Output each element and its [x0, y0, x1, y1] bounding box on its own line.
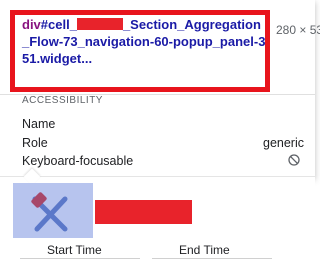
a11y-name-label: Name [22, 117, 56, 131]
column-header-end-time[interactable]: End Time [179, 243, 230, 257]
redacted-item-name [95, 200, 192, 224]
app-icon-highlight[interactable] [13, 183, 93, 238]
column-underline [20, 258, 140, 259]
a11y-role-value: generic [263, 136, 304, 150]
devtools-inspect-tooltip: div#cell_ _Section_Aggregation_Flow-73_na… [0, 0, 320, 178]
a11y-keyboard-focusable-label: Keyboard-focusable [22, 154, 134, 168]
accessibility-section-title: ACCESSIBILITY [22, 95, 103, 106]
no-entry-icon [288, 154, 300, 166]
annotation-highlight-box [10, 10, 270, 92]
element-dimensions: 280 × 53 [276, 23, 320, 37]
column-underline [152, 258, 272, 259]
a11y-role-label: Role [22, 136, 48, 150]
tools-icon [31, 192, 68, 232]
column-header-start-time[interactable]: Start Time [47, 243, 102, 257]
